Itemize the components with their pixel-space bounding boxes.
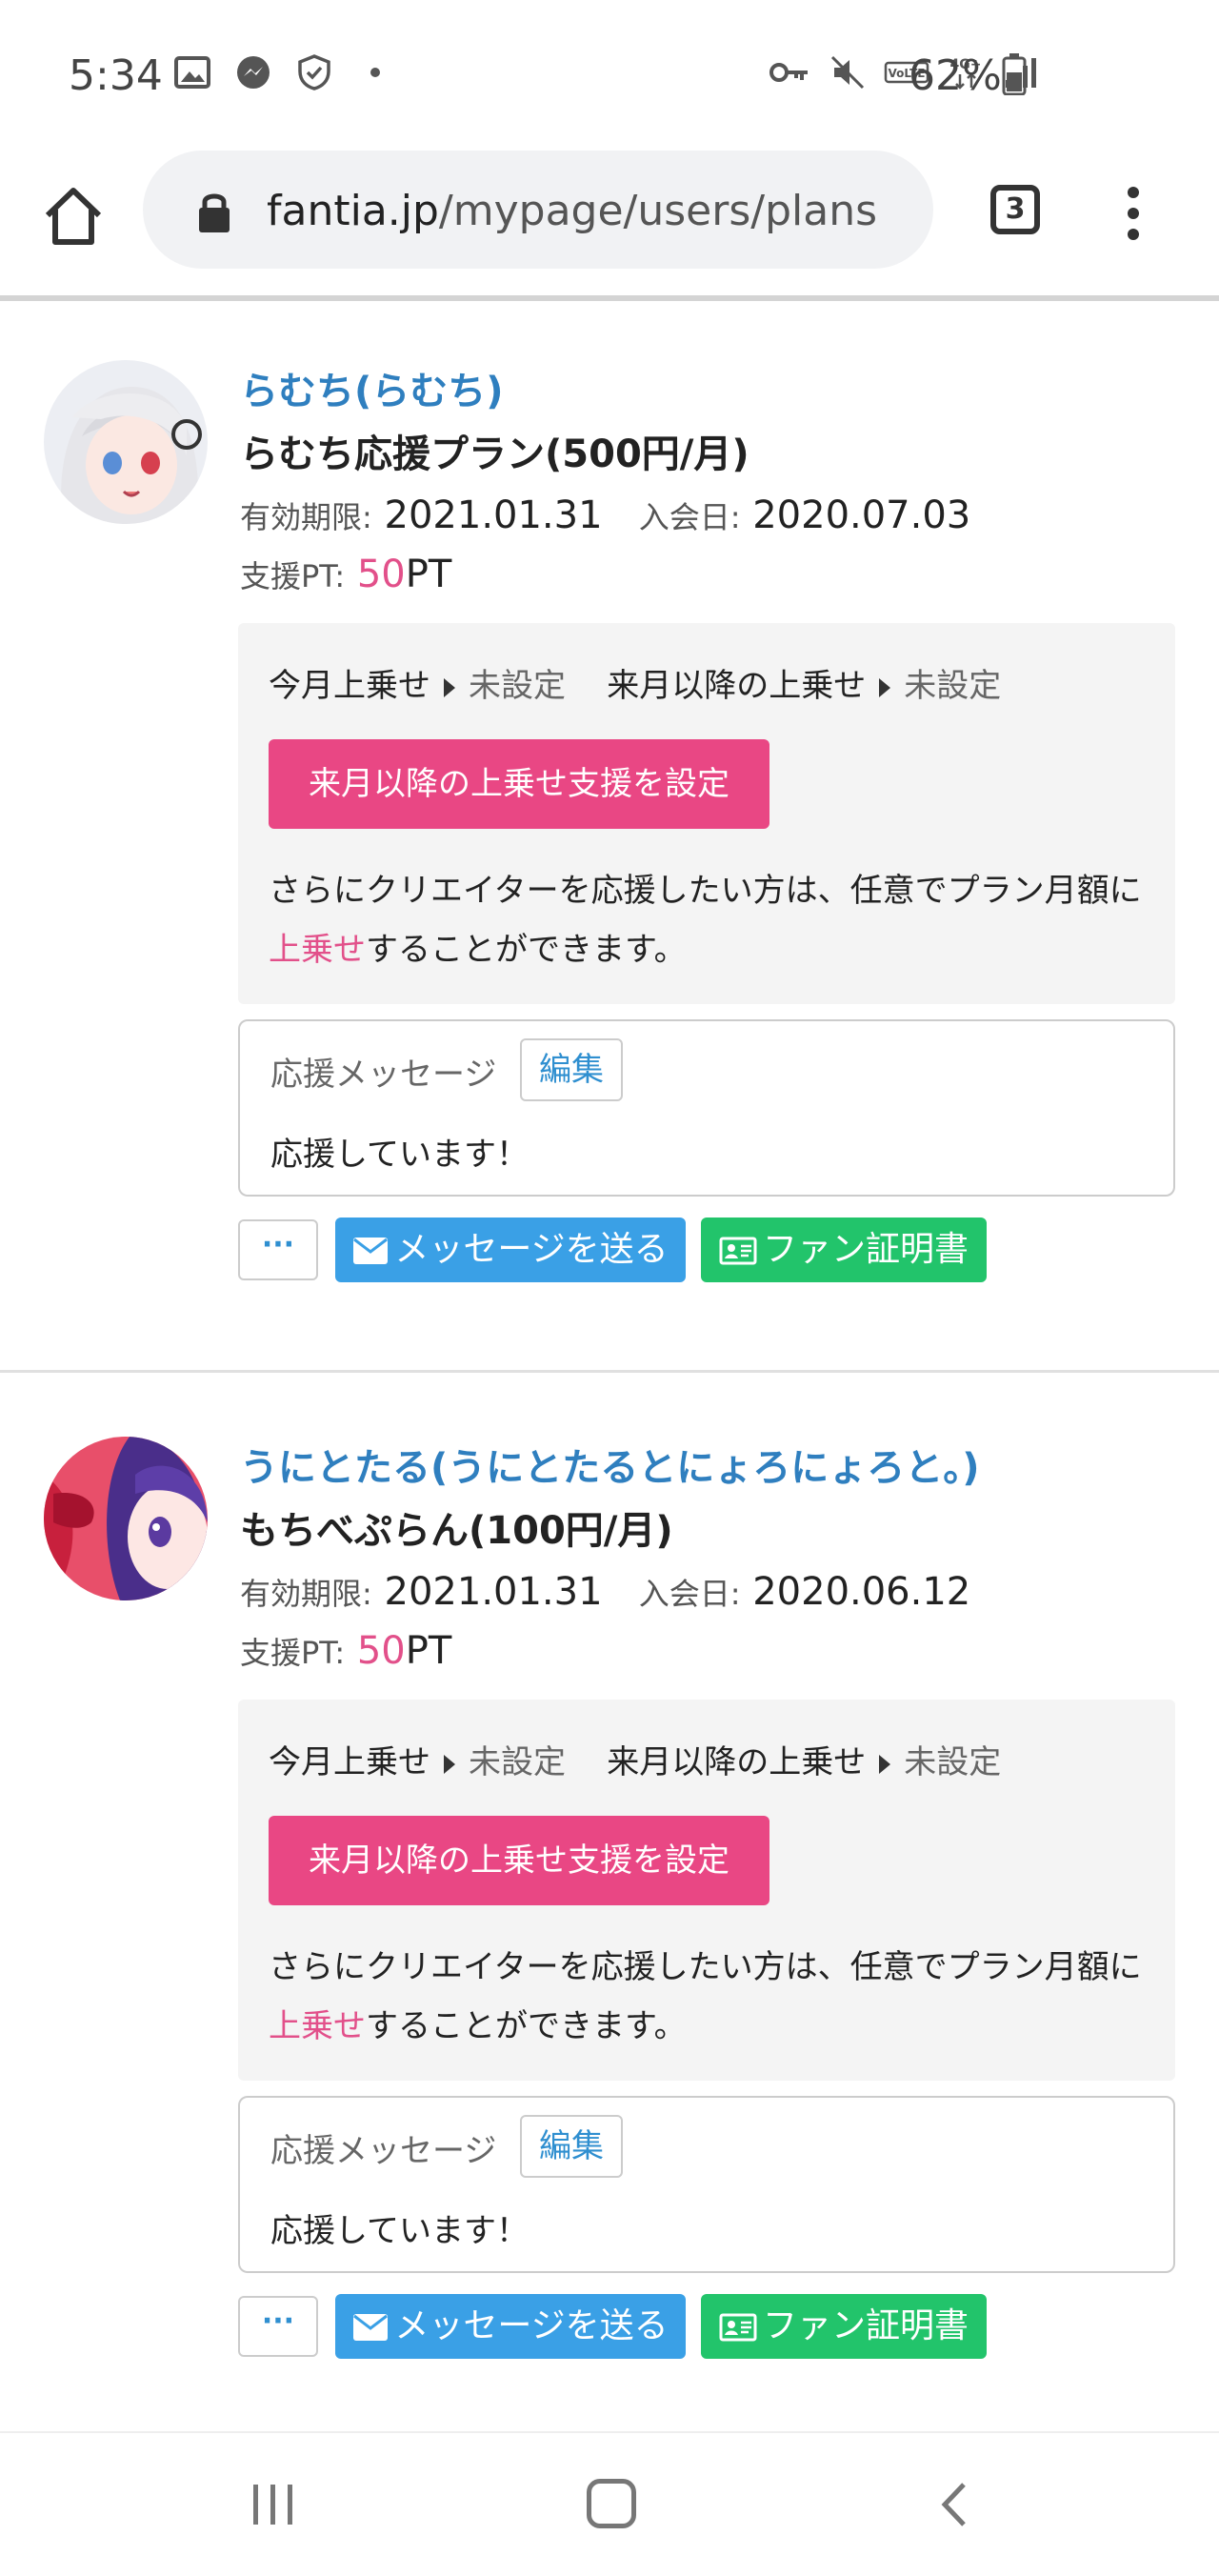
send-message-button[interactable]: メッセージを送る [335, 2294, 686, 2359]
fan-certificate-button[interactable]: ファン証明書 [701, 1218, 987, 1282]
id-card-icon [719, 2313, 757, 2342]
url-text: fantia.jp/mypage/users/plans [267, 187, 877, 235]
edit-message-button[interactable]: 編集 [520, 1038, 623, 1101]
address-bar[interactable]: fantia.jp/mypage/users/plans [143, 151, 933, 269]
support-points: 支援PT: 50PT [240, 1629, 451, 1673]
id-card-icon [719, 1237, 757, 1265]
envelope-icon [353, 2314, 389, 2341]
addon-panel: 今月上乗せ 未設定 来月以降の上乗せ 未設定 来月以降の上乗せ支援を設定 さらにクリ… [238, 623, 1175, 1004]
creator-avatar[interactable] [44, 1437, 208, 1600]
desc-text: さらにクリエイターを応援したい方は、任意でプラン月額に [269, 1948, 1142, 1986]
fan-certificate-label: ファン証明書 [762, 2306, 969, 2345]
addon-description: さらにクリエイターを応援したい方は、任意でプラン月額に上乗せすることができます。 [269, 861, 1154, 979]
this-month-value: 未設定 [469, 667, 566, 705]
desc-text-end: することができます。 [366, 2007, 687, 2045]
plan-name: もちべぷらん(100円/月) [240, 1509, 673, 1553]
creator-avatar[interactable] [44, 360, 208, 524]
browser-toolbar: fantia.jp/mypage/users/plans 3 [0, 143, 1219, 295]
message-label: 応援メッセージ [270, 1056, 497, 1094]
addon-link[interactable]: 上乗せ [269, 931, 366, 969]
next-month-value: 未設定 [904, 1743, 1002, 1781]
plan-dates: 有効期限: 2021.01.31 入会日: 2020.06.12 [240, 1570, 970, 1614]
home-nav-icon[interactable] [587, 2479, 636, 2528]
caret-right-icon [444, 1754, 455, 1774]
mute-icon [830, 55, 865, 90]
addon-panel: 今月上乗せ 未設定 来月以降の上乗せ 未設定 来月以降の上乗せ支援を設定 さらにクリ… [238, 1700, 1175, 2081]
system-nav-bar [0, 2431, 1219, 2576]
fan-certificate-button[interactable]: ファン証明書 [701, 2294, 987, 2359]
creator-name-link[interactable]: らむち(らむち) [240, 360, 504, 415]
key-icon [769, 63, 808, 82]
tab-switcher-button[interactable]: 3 [990, 185, 1040, 234]
points-value: 50 [356, 1629, 406, 1673]
send-message-label: メッセージを送る [394, 1230, 669, 1269]
more-vert-icon[interactable] [1122, 185, 1145, 242]
url-host: fantia.jp [267, 187, 439, 235]
fan-certificate-label: ファン証明書 [762, 1230, 969, 1269]
points-unit: PT [405, 553, 452, 596]
battery-icon [1002, 53, 1027, 95]
joined-label: 入会日: [638, 499, 741, 535]
desc-text: さらにクリエイターを応援したい方は、任意でプラン月額に [269, 872, 1142, 910]
addon-link[interactable]: 上乗せ [269, 2007, 366, 2045]
this-month-label: 今月上乗せ [269, 1743, 430, 1781]
caret-right-icon [879, 677, 891, 697]
support-message: 応援しています！ [270, 2212, 529, 2250]
status-time: 5:34 [69, 51, 163, 100]
points-unit: PT [405, 1629, 452, 1673]
next-month-label: 来月以降の上乗せ [607, 1743, 867, 1781]
more-options-button[interactable]: ··· [238, 1219, 318, 1280]
set-addon-button[interactable]: 来月以降の上乗せ支援を設定 [269, 739, 769, 829]
card-divider [0, 1370, 1219, 1373]
creator-name-link[interactable]: うにとたる(うにとたるとにょろにょろと。) [240, 1437, 980, 1492]
recent-apps-icon[interactable] [250, 2483, 297, 2526]
caret-right-icon [879, 1754, 891, 1774]
joined-date: 2020.07.03 [752, 493, 971, 537]
expiry-label: 有効期限: [240, 1576, 372, 1612]
lock-icon [199, 193, 230, 232]
addon-description: さらにクリエイターを応援したい方は、任意でプラン月額に上乗せすることができます。 [269, 1938, 1154, 2056]
send-message-label: メッセージを送る [394, 2306, 669, 2345]
points-value: 50 [356, 553, 406, 596]
url-path: /mypage/users/plans [438, 187, 878, 235]
status-bar: 5:34 VoLTE 4G+ 62% [0, 0, 1219, 143]
joined-label: 入会日: [638, 1576, 741, 1612]
this-month-value: 未設定 [469, 1743, 566, 1781]
this-month-label: 今月上乗せ [269, 667, 430, 705]
plan-dates: 有効期限: 2021.01.31 入会日: 2020.07.03 [240, 493, 970, 537]
support-message-box: 応援メッセージ 編集 応援しています！ [238, 1019, 1175, 1197]
message-label: 応援メッセージ [270, 2132, 497, 2170]
shield-check-icon [298, 54, 330, 91]
more-options-button[interactable]: ··· [238, 2296, 318, 2357]
expiry-date: 2021.01.31 [384, 1570, 603, 1614]
desc-text-end: することができます。 [366, 931, 687, 969]
image-icon [174, 56, 210, 89]
support-points: 支援PT: 50PT [240, 553, 451, 596]
next-month-value: 未設定 [904, 667, 1002, 705]
expiry-label: 有効期限: [240, 499, 372, 535]
points-label: 支援PT: [240, 558, 346, 594]
expiry-date: 2021.01.31 [384, 493, 603, 537]
dot-icon [370, 68, 380, 77]
support-message: 応援しています！ [270, 1136, 529, 1174]
status-icons-left [173, 53, 394, 91]
caret-right-icon [444, 677, 455, 697]
next-month-label: 来月以降の上乗せ [607, 667, 867, 705]
battery-percent: 62% [909, 51, 1002, 100]
home-icon[interactable] [38, 181, 109, 252]
set-addon-button[interactable]: 来月以降の上乗せ支援を設定 [269, 1816, 769, 1905]
support-message-box: 応援メッセージ 編集 応援しています！ [238, 2096, 1175, 2273]
plan-name: らむち応援プラン(500円/月) [240, 433, 749, 476]
back-icon[interactable] [937, 2481, 969, 2528]
envelope-icon [353, 1238, 389, 1264]
addon-status: 今月上乗せ 未設定 来月以降の上乗せ 未設定 [269, 659, 1001, 706]
points-label: 支援PT: [240, 1635, 346, 1671]
addon-status: 今月上乗せ 未設定 来月以降の上乗せ 未設定 [269, 1736, 1001, 1782]
messenger-icon [237, 56, 270, 89]
edit-message-button[interactable]: 編集 [520, 2115, 623, 2178]
toolbar-divider [0, 295, 1219, 301]
joined-date: 2020.06.12 [752, 1570, 971, 1614]
send-message-button[interactable]: メッセージを送る [335, 1218, 686, 1282]
